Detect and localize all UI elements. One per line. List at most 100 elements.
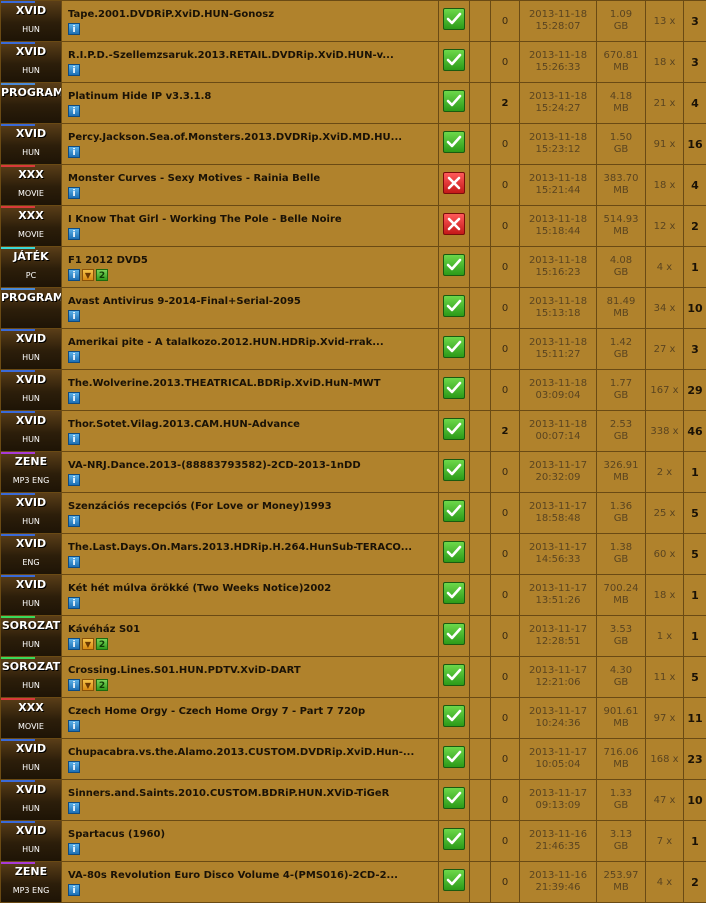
snatched-count[interactable]: 27 x	[646, 329, 684, 370]
torrent-name-link[interactable]: Chupacabra.vs.the.Alamo.2013.CUSTOM.DVDR…	[68, 747, 438, 758]
snatched-count[interactable]: 7 x	[646, 821, 684, 862]
comments-count[interactable]: 0	[491, 739, 520, 780]
seeders-count[interactable]: 4	[684, 83, 706, 124]
snatched-count[interactable]: 97 x	[646, 698, 684, 739]
torrent-name-link[interactable]: VA-80s Revolution Euro Disco Volume 4-(P…	[68, 870, 438, 881]
torrent-row[interactable]: XVIDHUNTape.2001.DVDRiP.XviD.HUN-Gonoszi…	[1, 1, 706, 42]
snatched-count[interactable]: 2 x	[646, 452, 684, 493]
snatched-count[interactable]: 13 x	[646, 1, 684, 42]
category-cell[interactable]: XVIDHUN	[1, 1, 62, 42]
comments-count[interactable]: 0	[491, 370, 520, 411]
info-icon[interactable]: i	[68, 392, 80, 404]
snatched-count[interactable]: 21 x	[646, 83, 684, 124]
seeders-count[interactable]: 5	[684, 534, 706, 575]
seeders-count[interactable]: 2	[684, 206, 706, 247]
torrent-name-link[interactable]: F1 2012 DVD5	[68, 255, 438, 266]
seeders-count[interactable]: 46	[684, 411, 706, 452]
category-badge[interactable]: SOROZATHUN	[1, 616, 61, 656]
category-cell[interactable]: SOROZATHUN	[1, 616, 62, 657]
file-count-badge[interactable]: 2	[96, 269, 108, 281]
seeders-count[interactable]: 3	[684, 329, 706, 370]
info-icon[interactable]: i	[68, 556, 80, 568]
category-badge[interactable]: XVIDHUN	[1, 42, 61, 82]
category-cell[interactable]: XVIDHUN	[1, 411, 62, 452]
category-badge[interactable]: XVIDHUN	[1, 1, 61, 41]
category-cell[interactable]: XVIDHUN	[1, 329, 62, 370]
torrent-row[interactable]: ZENEMP3 ENGVA-NRJ.Dance.2013-(8888379358…	[1, 452, 706, 493]
category-badge[interactable]: XVIDHUN	[1, 575, 61, 615]
seeders-count[interactable]: 5	[684, 657, 706, 698]
snatched-count[interactable]: 4 x	[646, 862, 684, 903]
category-cell[interactable]: XVIDHUN	[1, 780, 62, 821]
category-cell[interactable]: XVIDHUN	[1, 575, 62, 616]
info-icon[interactable]: i	[68, 64, 80, 76]
category-badge[interactable]: XVIDHUN	[1, 821, 61, 861]
snatched-count[interactable]: 34 x	[646, 288, 684, 329]
category-badge[interactable]: XVIDHUN	[1, 493, 61, 533]
seeders-count[interactable]: 1	[684, 575, 706, 616]
info-icon[interactable]: i	[68, 884, 80, 896]
comments-count[interactable]: 2	[491, 83, 520, 124]
comments-count[interactable]: 0	[491, 616, 520, 657]
seeders-count[interactable]: 23	[684, 739, 706, 780]
category-cell[interactable]: XVIDHUN	[1, 739, 62, 780]
comments-count[interactable]: 0	[491, 247, 520, 288]
category-cell[interactable]: XXXMOVIE	[1, 165, 62, 206]
torrent-row[interactable]: XVIDHUN Szenzációs recepciós (For Love or…	[1, 493, 706, 534]
torrent-row[interactable]: XXXMOVIEI Know That Girl - Working The P…	[1, 206, 706, 247]
comments-count[interactable]: 2	[491, 411, 520, 452]
snatched-count[interactable]: 18 x	[646, 42, 684, 83]
info-icon[interactable]: i	[68, 23, 80, 35]
snatched-count[interactable]: 11 x	[646, 657, 684, 698]
category-cell[interactable]: XVIDENG	[1, 534, 62, 575]
snatched-count[interactable]: 18 x	[646, 575, 684, 616]
snatched-count[interactable]: 1 x	[646, 616, 684, 657]
category-badge[interactable]: XVIDHUN	[1, 370, 61, 410]
comments-count[interactable]: 0	[491, 534, 520, 575]
comments-count[interactable]: 0	[491, 42, 520, 83]
download-icon[interactable]: ▼	[82, 638, 94, 650]
snatched-count[interactable]: 60 x	[646, 534, 684, 575]
torrent-name-link[interactable]: Amerikai pite - A talalkozo.2012.HUN.HDR…	[68, 337, 438, 348]
comments-count[interactable]: 0	[491, 698, 520, 739]
torrent-row[interactable]: PROGRAMAvast Antivirus 9-2014-Final+Seri…	[1, 288, 706, 329]
comments-count[interactable]: 0	[491, 575, 520, 616]
comments-count[interactable]: 0	[491, 206, 520, 247]
info-icon[interactable]: i	[68, 351, 80, 363]
torrent-name-link[interactable]: Avast Antivirus 9-2014-Final+Serial-2095	[68, 296, 438, 307]
info-icon[interactable]: i	[68, 761, 80, 773]
torrent-row[interactable]: XVIDHUNSinners.and.Saints.2010.CUSTOM.BD…	[1, 780, 706, 821]
category-badge[interactable]: XVIDHUN	[1, 739, 61, 779]
info-icon[interactable]: i	[68, 638, 80, 650]
torrent-name-link[interactable]: The.Wolverine.2013.THEATRICAL.BDRip.XviD…	[68, 378, 438, 389]
download-icon[interactable]: ▼	[82, 269, 94, 281]
torrent-name-link[interactable]: Monster Curves - Sexy Motives - Rainia B…	[68, 173, 438, 184]
torrent-row[interactable]: SOROZATHUNKávéház S01i▼202013-11-1712:28…	[1, 616, 706, 657]
torrent-row[interactable]: XVIDHUNKét hét múlva örökké (Two Weeks N…	[1, 575, 706, 616]
torrent-row[interactable]: JÁTÉKPCF1 2012 DVD5i▼202013-11-1815:16:2…	[1, 247, 706, 288]
info-icon[interactable]: i	[68, 228, 80, 240]
category-badge[interactable]: XXXMOVIE	[1, 206, 61, 246]
seeders-count[interactable]: 4	[684, 165, 706, 206]
seeders-count[interactable]: 1	[684, 247, 706, 288]
seeders-count[interactable]: 29	[684, 370, 706, 411]
category-cell[interactable]: SOROZATHUN	[1, 657, 62, 698]
category-badge[interactable]: SOROZATHUN	[1, 657, 61, 697]
category-cell[interactable]: XVIDHUN	[1, 821, 62, 862]
info-icon[interactable]: i	[68, 105, 80, 117]
torrent-row[interactable]: ZENEMP3 ENG VA-80s Revolution Euro Disco …	[1, 862, 706, 903]
seeders-count[interactable]: 1	[684, 616, 706, 657]
category-cell[interactable]: XVIDHUN	[1, 493, 62, 534]
category-cell[interactable]: XVIDHUN	[1, 124, 62, 165]
seeders-count[interactable]: 1	[684, 821, 706, 862]
comments-count[interactable]: 0	[491, 165, 520, 206]
torrent-row[interactable]: SOROZATHUNCrossing.Lines.S01.HUN.PDTV.Xv…	[1, 657, 706, 698]
torrent-row[interactable]: PROGRAMPlatinum Hide IP v3.3.1.8i22013-1…	[1, 83, 706, 124]
torrent-name-link[interactable]: Szenzációs recepciós (For Love or Money)…	[68, 501, 438, 512]
snatched-count[interactable]: 12 x	[646, 206, 684, 247]
torrent-row[interactable]: XVIDENGThe.Last.Days.On.Mars.2013.HDRip.…	[1, 534, 706, 575]
info-icon[interactable]: i	[68, 433, 80, 445]
torrent-row[interactable]: XVIDHUN The.Wolverine.2013.THEATRICAL.BDR…	[1, 370, 706, 411]
category-cell[interactable]: XVIDHUN	[1, 42, 62, 83]
category-badge[interactable]: ZENEMP3 ENG	[1, 862, 61, 902]
